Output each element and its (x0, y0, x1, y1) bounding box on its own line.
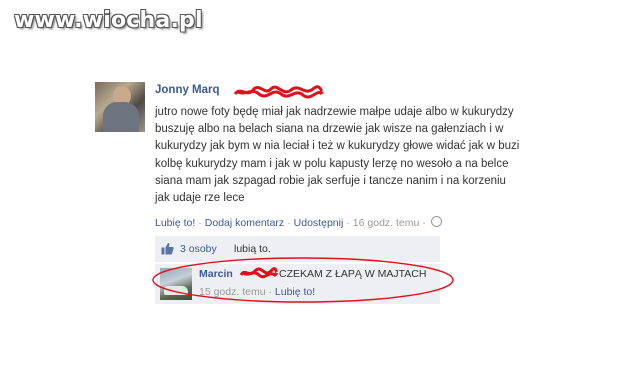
post-actions: Lubię to! · Dodaj komentarz · Udostępnij · 16 … (155, 216, 442, 229)
globe-icon (430, 216, 442, 227)
post-text-line: kukurydzy jak bym w nia leciał i też w k… (155, 140, 520, 153)
post-text-line: jak udaje rze lece (155, 192, 245, 205)
likes-count-link[interactable]: 3 osoby (180, 243, 217, 255)
post-text: jutro nowe foty będę miał jak nadrzewie … (155, 104, 520, 207)
post-author-name[interactable]: Jonny Marq (155, 84, 220, 96)
likes-label: lubią to. (234, 243, 271, 255)
separator: · (422, 217, 426, 229)
thumbs-up-icon (161, 243, 174, 255)
site-watermark: www.wiocha.pl (14, 8, 203, 33)
separator: · (287, 217, 291, 229)
separator: · (346, 217, 350, 229)
separator: · (198, 217, 202, 229)
like-link[interactable]: Lubię to! (155, 217, 195, 229)
redaction-scribble (233, 85, 325, 99)
post-author-avatar[interactable] (95, 82, 145, 132)
share-link[interactable]: Udostępnij (294, 217, 344, 229)
highlight-ellipse (152, 257, 454, 303)
avatar-body-shape (103, 102, 139, 132)
post-text-line: siana mam jak szpagad robie jak serfuje … (155, 174, 506, 187)
post-text-line: buszuję albo na belach siana na drzewie … (155, 123, 504, 136)
post-text-line: jutro nowe foty będę miał jak nadrzewie … (155, 106, 514, 118)
add-comment-link[interactable]: Dodaj komentarz (205, 217, 284, 229)
post-timestamp[interactable]: 16 godz. temu (353, 217, 420, 229)
post-text-line: kolbę kukurydzy mam i jak w polu kapusty… (155, 157, 509, 170)
